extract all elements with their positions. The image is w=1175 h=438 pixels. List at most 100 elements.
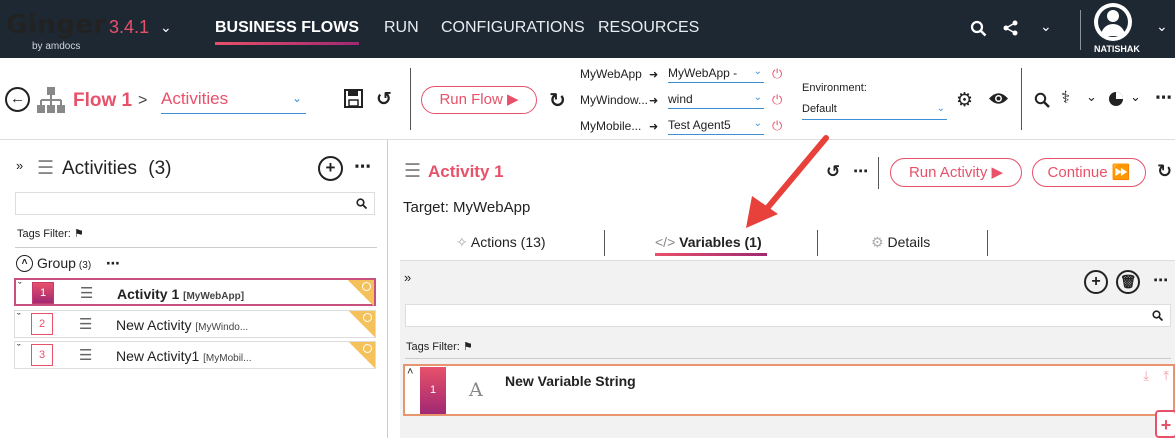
activity-title: Activity 1 (428, 162, 504, 181)
share-chevron-down-icon[interactable]: ⌄ (1040, 18, 1052, 35)
expand-chevron-icon[interactable]: ˄ (407, 366, 413, 378)
agent-select-1[interactable]: MyWebApp - ⌄ (668, 66, 764, 83)
tab-active-underline (655, 253, 767, 256)
eye-icon[interactable] (988, 91, 1009, 106)
upload-icon[interactable]: ⤒ (1163, 368, 1169, 384)
more-options-icon[interactable]: ⋯ (1155, 88, 1172, 108)
add-activity-button[interactable]: + (318, 156, 343, 181)
activity-target: [MyWebApp] (183, 291, 245, 302)
nav-configurations[interactable]: CONFIGURATIONS (441, 19, 585, 37)
activities-select[interactable]: Activities ⌄ (161, 89, 306, 114)
variable-row[interactable]: ˄ 1 A New Variable String ⤓ ⤒ (403, 364, 1175, 416)
chevron-down-icon: ⌄ (936, 103, 945, 114)
expand-chevron-icon[interactable]: ˇ (17, 312, 21, 324)
collapse-all-icon[interactable]: » (16, 158, 23, 173)
lightning-icon: ✧ (456, 234, 468, 250)
agent-select-2-value: wind (668, 92, 693, 106)
arrow-right-icon: ➜ (649, 69, 659, 81)
tags-filter-text: Tags Filter: (17, 228, 71, 240)
stethoscope-icon[interactable]: ⚕ (1061, 88, 1070, 108)
tag-icon[interactable]: ⚑ (463, 341, 473, 353)
tab-separator (604, 230, 605, 256)
chevron-down-icon: ⌄ (753, 66, 762, 77)
chevron-down-icon[interactable]: ⌄ (1130, 89, 1141, 105)
variable-number-badge: 1 (420, 367, 446, 414)
play-icon: ▶ (506, 91, 519, 108)
activity-row[interactable]: ˇ 1 ☰ Activity 1 [MyWebApp] (14, 278, 376, 306)
nav-active-underline (215, 42, 359, 45)
add-variable-button[interactable]: + (1084, 270, 1108, 294)
nav-resources[interactable]: RESOURCES (598, 19, 699, 37)
activity-number-badge: 3 (31, 344, 53, 366)
pie-chart-icon[interactable] (1108, 91, 1124, 107)
expand-chevron-icon[interactable]: ˇ (17, 343, 21, 355)
tab-actions-label: Actions (13) (470, 234, 546, 250)
save-icon[interactable] (344, 89, 363, 108)
activity-name: Activity 1 [MyWebApp] (117, 286, 244, 302)
variables-search-input[interactable] (405, 304, 1171, 327)
search-icon (356, 198, 367, 209)
group-count: (3) (78, 260, 92, 271)
activities-search-input[interactable] (15, 192, 375, 215)
activities-title: Activities (3) (62, 158, 171, 180)
power-icon[interactable]: ⏻ (772, 66, 782, 82)
share-icon[interactable] (1003, 20, 1019, 36)
activity-name-text: Activity 1 (117, 286, 180, 302)
drag-handle-icon[interactable]: ☰ (80, 284, 93, 302)
variables-divider (405, 358, 1171, 359)
search-icon[interactable] (970, 20, 987, 37)
environment-select[interactable]: Default ⌄ (802, 103, 947, 120)
activity-name: New Activity [MyWindo... (116, 317, 248, 333)
group-label-text: Group (37, 255, 76, 271)
download-icon[interactable]: ⤓ (1143, 368, 1149, 384)
tab-actions[interactable]: ✧ Actions (13) (456, 234, 546, 251)
collapse-all-icon[interactable]: » (404, 270, 411, 285)
chevron-down-icon: ⌄ (753, 92, 762, 103)
gear-icon[interactable]: ⚙ (956, 89, 973, 112)
undo-icon[interactable]: ↺ (376, 88, 392, 111)
status-dot-icon (363, 344, 372, 353)
continue-button[interactable]: Continue ⏩ (1032, 158, 1146, 187)
variables-tags-filter: Tags Filter: ⚑ (406, 340, 473, 353)
search-icon[interactable] (1034, 92, 1050, 108)
drag-handle-icon[interactable]: ☰ (79, 346, 92, 364)
tab-details[interactable]: ⚙ Details (871, 234, 930, 251)
nav-run[interactable]: RUN (384, 19, 419, 37)
version-chevron-down-icon[interactable]: ⌄ (160, 19, 172, 36)
tab-variables[interactable]: </> Variables (1) (655, 234, 762, 250)
add-item-button[interactable]: + (1155, 410, 1175, 438)
run-activity-label: Run Activity (908, 164, 988, 181)
activity-row[interactable]: ˇ 2 ☰ New Activity [MyWindo... (14, 310, 376, 338)
chevron-down-icon[interactable]: ⌄ (1086, 89, 1097, 105)
power-icon[interactable]: ⏻ (772, 92, 782, 108)
user-chevron-down-icon[interactable]: ⌄ (1156, 18, 1168, 35)
tags-filter-label: Tags Filter: ⚑ (17, 227, 84, 240)
back-button[interactable]: ← (5, 87, 30, 112)
drag-handle-icon[interactable]: ☰ (79, 315, 92, 333)
agent-select-2[interactable]: wind ⌄ (668, 92, 764, 109)
version-label[interactable]: 3.4.1 (109, 17, 149, 38)
delete-variable-button[interactable]: 🗑 (1116, 270, 1140, 294)
refresh-icon[interactable]: ↻ (1157, 161, 1172, 182)
tag-icon[interactable]: ⚑ (74, 228, 84, 240)
run-flow-button[interactable]: Run Flow ▶ (421, 86, 537, 114)
activity-row[interactable]: ˇ 3 ☰ New Activity1 [MyMobil... (14, 341, 376, 369)
nav-business-flows[interactable]: BUSINESS FLOWS (215, 19, 359, 37)
more-options-icon[interactable]: ⋯ (354, 157, 371, 177)
group-collapse-button[interactable]: ˄ (16, 255, 33, 272)
activity-name-text: New Activity (116, 317, 192, 333)
run-flow-label: Run Flow (439, 91, 503, 108)
activity-number-badge: 1 (32, 282, 54, 304)
more-options-icon[interactable]: ⋯ (1153, 271, 1168, 289)
agent-select-1-value: MyWebApp - (668, 66, 738, 80)
more-options-icon[interactable]: ⋯ (106, 255, 120, 272)
run-activity-button[interactable]: Run Activity ▶ (890, 158, 1022, 187)
agent-label-2: MyWindow... (580, 93, 649, 107)
toolbar-divider-2 (1021, 68, 1022, 130)
activity-status-corner (348, 280, 374, 306)
refresh-icon[interactable]: ↻ (549, 88, 566, 113)
flow-title: Flow 1 (73, 90, 133, 111)
more-options-icon[interactable]: ⋯ (853, 162, 868, 180)
breadcrumb-separator: > (138, 92, 148, 109)
expand-chevron-icon[interactable]: ˇ (18, 281, 22, 293)
